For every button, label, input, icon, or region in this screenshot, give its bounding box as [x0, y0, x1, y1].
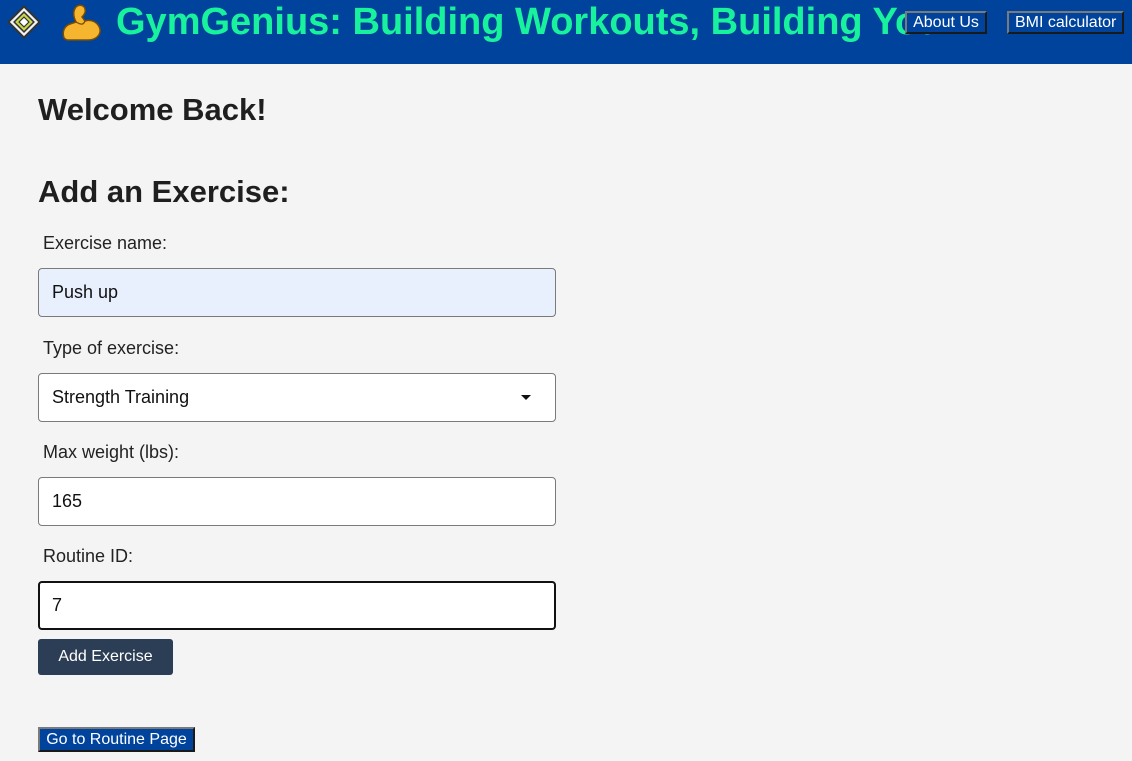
exercise-type-selected-value: Strength Training [52, 387, 190, 407]
gymgenius-logo-icon[interactable] [6, 4, 42, 40]
chevron-down-icon [521, 395, 531, 400]
site-title: GymGenius: Building Workouts, Building Y… [116, 1, 942, 43]
routine-id-input[interactable] [38, 581, 556, 630]
add-exercise-heading: Add an Exercise: [38, 174, 290, 209]
routine-id-label: Routine ID: [43, 546, 134, 566]
add-exercise-button[interactable]: Add Exercise [38, 639, 173, 675]
go-to-routine-page-button[interactable]: Go to Routine Page [38, 727, 195, 752]
bmi-calculator-button[interactable]: BMI calculator [1007, 11, 1124, 34]
exercise-name-label: Exercise name: [43, 233, 168, 253]
about-us-button[interactable]: About Us [905, 11, 987, 34]
exercise-type-select[interactable]: Strength Training [38, 373, 556, 422]
welcome-heading: Welcome Back! [38, 92, 267, 127]
max-weight-input[interactable] [38, 477, 556, 526]
max-weight-label: Max weight (lbs): [43, 442, 180, 462]
site-header: GymGenius: Building Workouts, Building Y… [0, 0, 1132, 64]
exercise-name-input[interactable] [38, 268, 556, 317]
exercise-type-label: Type of exercise: [43, 338, 180, 358]
flexed-biceps-icon [62, 4, 101, 41]
